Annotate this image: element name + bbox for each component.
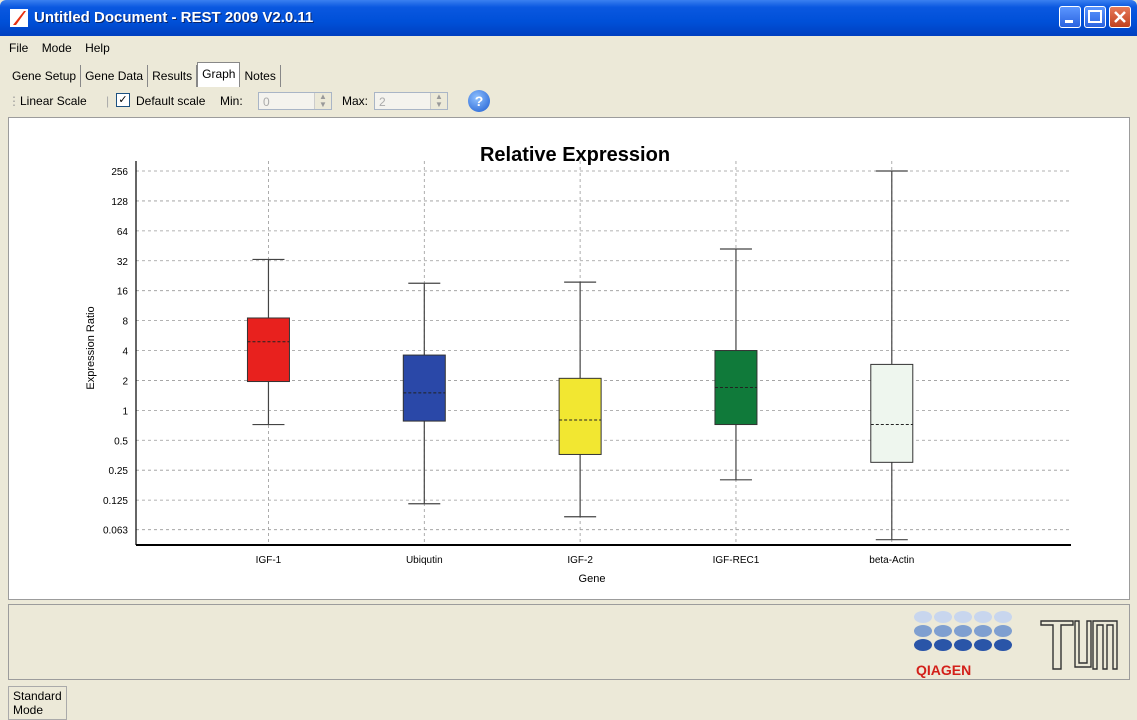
qiagen-dot [934,611,952,623]
max-value: 2 [379,95,386,109]
qiagen-dot [914,625,932,637]
box-beta-actin: beta-Actin [869,161,914,566]
tum-logo [1040,620,1118,670]
x-tick-label: Ubiqutin [406,555,443,566]
qiagen-dot [994,625,1012,637]
qiagen-dot [954,611,972,623]
y-tick-label: 8 [122,317,128,328]
y-tick-label: 4 [122,347,128,358]
x-tick-label: beta-Actin [869,555,914,566]
window-title: Untitled Document - REST 2009 V2.0.11 [34,9,314,26]
footer-panel: QIAGEN [8,604,1130,680]
max-spinner[interactable]: 2 ▲ ▼ [374,92,448,110]
x-tick-label: IGF-2 [567,555,593,566]
default-scale-checkbox[interactable]: ✓ [116,93,130,107]
qiagen-logo: QIAGEN [914,611,1012,678]
box-rect [558,377,602,455]
qiagen-logo-text: QIAGEN [916,662,971,678]
max-spinner-arrows-icon[interactable]: ▲ ▼ [430,93,447,109]
y-tick-label: 64 [117,227,129,238]
y-tick-label: 0.125 [103,496,128,507]
tab-gene-setup[interactable]: Gene Setup [8,65,82,87]
qiagen-dot [914,639,932,651]
qiagen-dot [954,639,972,651]
linear-scale-button[interactable]: Linear Scale [20,94,87,108]
box-igf-1: IGF-1 [246,161,290,566]
y-tick-label: 2 [122,376,128,387]
toolbar-grip: ⋮ [8,94,20,108]
tab-results[interactable]: Results [148,65,198,87]
x-tick-label: IGF-1 [256,555,282,566]
maximize-icon [1088,10,1102,23]
maximize-button[interactable] [1084,6,1106,28]
expression-chart: Relative Expression Expression Ratio Gen… [85,144,1071,585]
box-igf-2: IGF-2 [558,161,602,566]
qiagen-dot [934,639,952,651]
close-icon [1114,11,1126,23]
y-tick-label: 32 [117,257,129,268]
chart-title: Relative Expression [480,144,670,166]
box-ubiqutin: Ubiqutin [402,161,446,566]
app-icon [10,9,28,27]
qiagen-dot [914,611,932,623]
qiagen-dot [974,611,992,623]
y-tick-label: 0.25 [109,466,129,477]
menu-file[interactable]: File [4,38,33,58]
min-value: 0 [263,95,270,109]
qiagen-dot [974,625,992,637]
y-tick-label: 128 [111,197,128,208]
minimize-icon [1065,20,1073,23]
qiagen-dot [934,625,952,637]
box-rect [402,354,446,422]
y-axis-label: Expression Ratio [85,306,97,389]
tab-strip: Gene Setup Gene Data Results Graph Notes [8,62,281,88]
qiagen-dot [974,639,992,651]
y-tick-label: 0.5 [114,436,128,447]
default-scale-label: Default scale [136,94,206,108]
graph-toolbar: ⋮ Linear Scale | ✓ Default scale Min: 0 … [8,90,1130,114]
tab-gene-data[interactable]: Gene Data [81,65,149,87]
status-mode: Standard Mode [8,686,67,720]
tab-graph[interactable]: Graph [197,62,241,87]
menu-help[interactable]: Help [80,38,115,58]
close-button[interactable] [1109,6,1131,28]
minimize-button[interactable] [1059,6,1081,28]
tab-notes[interactable]: Notes [240,65,281,87]
y-tick-label: 256 [111,167,128,178]
menu-mode[interactable]: Mode [37,38,77,58]
help-icon[interactable]: ? [468,90,490,112]
x-axis-label: Gene [579,573,606,585]
title-bar: Untitled Document - REST 2009 V2.0.11 [0,0,1137,36]
max-label: Max: [342,94,369,108]
box-rect [870,363,914,463]
qiagen-dot [994,611,1012,623]
qiagen-dot [954,625,972,637]
toolbar-separator: | [106,94,110,108]
y-tick-label: 16 [117,287,129,298]
box-rect [246,317,290,383]
y-tick-label: 1 [122,406,128,417]
box-igf-rec1: IGF-REC1 [713,161,760,566]
x-tick-label: IGF-REC1 [713,555,760,566]
qiagen-dot [994,639,1012,651]
min-spinner-arrows-icon[interactable]: ▲ ▼ [314,93,331,109]
min-label: Min: [220,94,243,108]
min-spinner[interactable]: 0 ▲ ▼ [258,92,332,110]
graph-panel: Relative Expression Expression Ratio Gen… [8,117,1130,600]
y-tick-label: 0.063 [103,526,128,537]
menu-bar: File Mode Help [0,38,1137,60]
